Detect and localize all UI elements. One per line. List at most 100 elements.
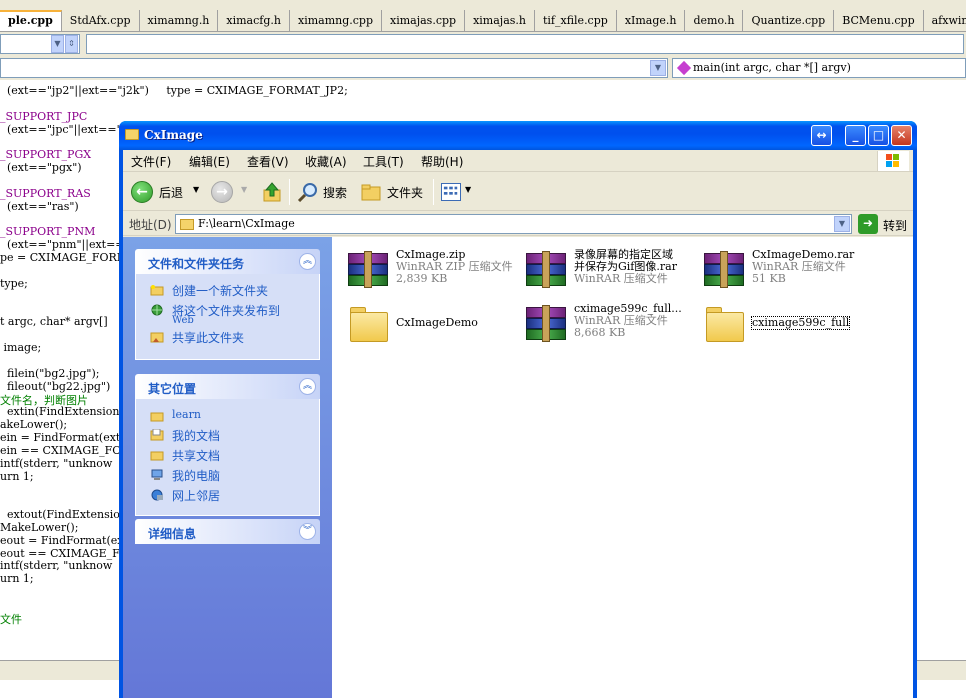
panel-title: 文件和文件夹任务 — [148, 257, 245, 271]
file-item[interactable]: CxImageDemo.rar WinRAR 压缩文件 51 KB — [696, 249, 874, 299]
shared-documents-icon — [150, 451, 164, 461]
address-field[interactable]: F:\learn\CxImage ▼ — [175, 214, 852, 234]
menu-edit[interactable]: 编辑(E) — [189, 153, 230, 170]
folder-icon — [348, 303, 390, 343]
code-line: t argc, char* argv[] — [0, 315, 108, 329]
file-size: 8,668 KB — [574, 326, 626, 339]
combo-drop-icon[interactable]: ▼ — [51, 35, 64, 53]
menu-bar: 文件(F) 编辑(E) 查看(V) 收藏(A) 工具(T) 帮助(H) — [123, 150, 913, 172]
menu-tools[interactable]: 工具(T) — [363, 153, 404, 170]
ide-tab[interactable]: ximacfg.h — [218, 10, 290, 31]
code-line: 文件 — [0, 612, 22, 626]
panel-header[interactable]: 其它位置 ︽ — [135, 374, 320, 399]
code-line: intf(stderr, "unknow — [0, 559, 113, 573]
file-tasks-panel: 文件和文件夹任务 ︽ 创建一个新文件夹 将这个文件夹发布到 Web 共享此文件夹 — [135, 249, 320, 360]
ide-tab[interactable]: StdAfx.cpp — [62, 10, 140, 31]
standard-toolbar: ← 后退 ▼ → ▼ 搜索 文件夹 ▼ — [123, 173, 913, 211]
my-computer-icon — [151, 469, 163, 480]
link-text: 我的文档 — [172, 429, 221, 443]
combo-drop-icon[interactable]: ▼ — [650, 60, 666, 76]
panel-header[interactable]: 文件和文件夹任务 ︽ — [135, 249, 320, 274]
folder-item[interactable]: CxImageDemo — [340, 303, 518, 353]
link-text: Web — [172, 315, 194, 326]
spin-icon[interactable]: ⇕ — [65, 35, 78, 53]
folders-icon[interactable] — [361, 183, 383, 201]
code-line: _SUPPORT_PNM — [0, 225, 96, 239]
folder-up-icon[interactable] — [263, 182, 281, 202]
chevron-down-icon[interactable]: ▼ — [834, 216, 850, 232]
winrar-archive-icon — [348, 249, 390, 289]
code-line: extout(FindExtensio — [0, 508, 120, 522]
go-label[interactable]: 转到 — [883, 217, 907, 234]
ide-tab[interactable]: demo.h — [685, 10, 744, 31]
folder-item-selected[interactable]: cximage599c_full — [696, 303, 874, 353]
chevron-down-icon[interactable]: ▼ — [465, 185, 471, 194]
back-label[interactable]: 后退 — [159, 184, 183, 201]
folders-label[interactable]: 文件夹 — [387, 184, 423, 201]
forward-arrow-icon[interactable]: → — [211, 181, 233, 203]
ide-tab[interactable]: ximamng.cpp — [290, 10, 382, 31]
ide-tab[interactable]: ximamng.h — [140, 10, 219, 31]
function-signature: main(int argc, char *[] argv) — [693, 61, 851, 74]
address-path[interactable]: F:\learn\CxImage — [198, 217, 295, 230]
code-line: urn 1; — [0, 469, 34, 483]
folder-icon — [125, 129, 139, 140]
back-arrow-icon[interactable]: ← — [131, 181, 153, 203]
link-text: 创建一个新文件夹 — [172, 284, 269, 298]
file-item[interactable]: CxImage.zip WinRAR ZIP 压缩文件 2,839 KB — [340, 249, 518, 299]
ide-tab[interactable]: ximajas.cpp — [382, 10, 466, 31]
menu-help[interactable]: 帮助(H) — [421, 153, 463, 170]
file-item[interactable]: cximage599c_full... WinRAR 压缩文件 8,668 KB — [518, 303, 696, 353]
title-bar[interactable]: CxImage ↔ _ □ ✕ — [119, 121, 917, 150]
panel-header[interactable]: 详细信息 ︾ — [135, 519, 320, 544]
ide-tab[interactable]: tif_xfile.cpp — [535, 10, 617, 31]
ide-tab[interactable]: ple.cpp — [0, 10, 62, 31]
chevron-down-icon[interactable]: ▼ — [193, 185, 199, 194]
ide-tab[interactable]: afxwin.h — [924, 10, 966, 31]
ide-tab[interactable]: Quantize.cpp — [743, 10, 835, 31]
share-folder-icon — [150, 332, 164, 343]
search-label[interactable]: 搜索 — [323, 184, 347, 201]
ide-function-combo[interactable]: main(int argc, char *[] argv) — [672, 58, 966, 78]
search-icon[interactable] — [297, 182, 319, 202]
file-size: 51 KB — [752, 272, 786, 285]
chevron-down-icon[interactable]: ▼ — [241, 185, 247, 194]
resize-button[interactable]: ↔ — [811, 125, 832, 146]
ide-tab[interactable]: ximajas.h — [465, 10, 535, 31]
folder-name: cximage599c_full — [750, 316, 851, 330]
file-item[interactable]: 录像屏幕的指定区域 并保存为Gif图像.rar WinRAR 压缩文件 — [518, 249, 696, 299]
ide-class-combo[interactable]: ▼ — [0, 58, 668, 78]
ide-tab[interactable]: BCMenu.cpp — [834, 10, 924, 31]
ide-scope-combo[interactable]: ▼ ⇕ — [0, 34, 80, 54]
go-arrow-icon[interactable]: ➜ — [858, 214, 878, 234]
winrar-archive-icon — [526, 303, 568, 343]
close-button[interactable]: ✕ — [891, 125, 912, 146]
code-line: fileout("bg22.jpg") — [0, 379, 111, 393]
new-folder-icon — [150, 285, 164, 296]
address-label: 地址(D) — [129, 218, 172, 232]
folder-name: CxImageDemo — [396, 316, 478, 329]
code-line: (ext=="jpc"||ext=="j — [0, 122, 126, 136]
collapse-icon[interactable]: ︽ — [299, 378, 316, 395]
task-pane: 文件和文件夹任务 ︽ 创建一个新文件夹 将这个文件夹发布到 Web 共享此文件夹… — [123, 237, 332, 698]
collapse-icon[interactable]: ︽ — [299, 253, 316, 270]
code-line: extin(FindExtension — [0, 405, 120, 419]
winrar-archive-icon — [704, 249, 746, 289]
file-size: 2,839 KB — [396, 272, 448, 285]
minimize-button[interactable]: _ — [845, 125, 866, 146]
panel-title: 其它位置 — [148, 382, 197, 396]
ide-member-combo[interactable] — [86, 34, 964, 54]
views-icon[interactable] — [441, 183, 461, 201]
code-line: _SUPPORT_PGX — [0, 148, 92, 162]
maximize-button[interactable]: □ — [868, 125, 889, 146]
menu-favorites[interactable]: 收藏(A) — [305, 153, 347, 170]
ide-tab[interactable]: xImage.h — [617, 10, 686, 31]
code-line: MakeLower(); — [0, 520, 79, 534]
winrar-archive-icon — [526, 249, 568, 289]
file-list[interactable]: CxImage.zip WinRAR ZIP 压缩文件 2,839 KB 录像屏… — [332, 237, 913, 698]
menu-view[interactable]: 查看(V) — [247, 153, 289, 170]
code-line: intf(stderr, "unknow — [0, 456, 113, 470]
toolbar-separator — [433, 179, 434, 205]
menu-file[interactable]: 文件(F) — [131, 153, 171, 170]
expand-icon[interactable]: ︾ — [299, 523, 316, 540]
